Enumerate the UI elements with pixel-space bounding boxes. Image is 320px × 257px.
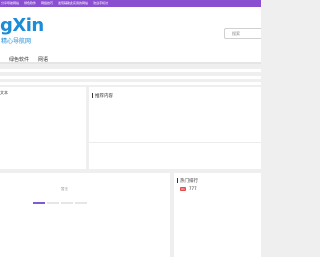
top-link-3[interactable]: 网络技巧 bbox=[41, 0, 53, 7]
empty-label: 暂无 bbox=[61, 187, 68, 191]
hot-ranking-title-text: 热门排行 bbox=[180, 179, 198, 184]
recommend-title-text: 推荐内容 bbox=[95, 94, 113, 99]
top-link-5[interactable]: 欢迎手机访 bbox=[93, 0, 108, 7]
top-bar-links: 分享导航网站 绿色软件 网络技巧 发现辅助此实用的网站 欢迎手机访 bbox=[0, 0, 108, 7]
slider-panel: 暂无 bbox=[0, 173, 170, 257]
slider-dot-active[interactable] bbox=[33, 202, 45, 204]
hot-ranking-item[interactable]: 01 777 bbox=[180, 186, 197, 191]
main-nav: 绿色软件 网语 bbox=[0, 52, 261, 69]
content-strip bbox=[0, 69, 261, 72]
title-marker-icon bbox=[177, 178, 178, 183]
nav-divider bbox=[0, 62, 261, 64]
rank-badge: 01 bbox=[180, 186, 186, 191]
hot-ranking-title: 热门排行 bbox=[177, 178, 198, 184]
search-input[interactable]: 搜索 bbox=[224, 28, 261, 39]
slider-dot[interactable] bbox=[75, 202, 87, 204]
left-panel-title: 文本 bbox=[0, 90, 8, 95]
top-link-1[interactable]: 分享导航网站 bbox=[1, 0, 19, 7]
recommend-title: 推荐内容 bbox=[92, 93, 113, 99]
site-logo[interactable]: gXin bbox=[0, 17, 44, 35]
top-bar: 分享导航网站 绿色软件 网络技巧 发现辅助此实用的网站 欢迎手机访 bbox=[0, 0, 261, 7]
recommend-panel: 推荐内容 bbox=[89, 87, 261, 169]
slider-pagination bbox=[33, 202, 87, 204]
site-logo-subtitle: 精心导航网 bbox=[1, 38, 32, 45]
site-header: gXin 精心导航网 搜索 绿色软件 网语 bbox=[0, 7, 261, 64]
slider-dot[interactable] bbox=[47, 202, 59, 204]
slider-dot[interactable] bbox=[61, 202, 73, 204]
search-placeholder: 搜索 bbox=[232, 31, 240, 36]
panel-divider bbox=[89, 142, 261, 143]
content-strip bbox=[0, 76, 261, 79]
title-marker-icon bbox=[92, 93, 93, 98]
hot-item-text: 777 bbox=[189, 186, 197, 191]
top-link-2[interactable]: 绿色软件 bbox=[24, 0, 36, 7]
hot-ranking-panel: 热门排行 01 777 bbox=[174, 173, 261, 257]
top-link-4[interactable]: 发现辅助此实用的网站 bbox=[58, 0, 88, 7]
content-strip bbox=[0, 82, 261, 85]
left-panel: 文本 bbox=[0, 87, 86, 169]
